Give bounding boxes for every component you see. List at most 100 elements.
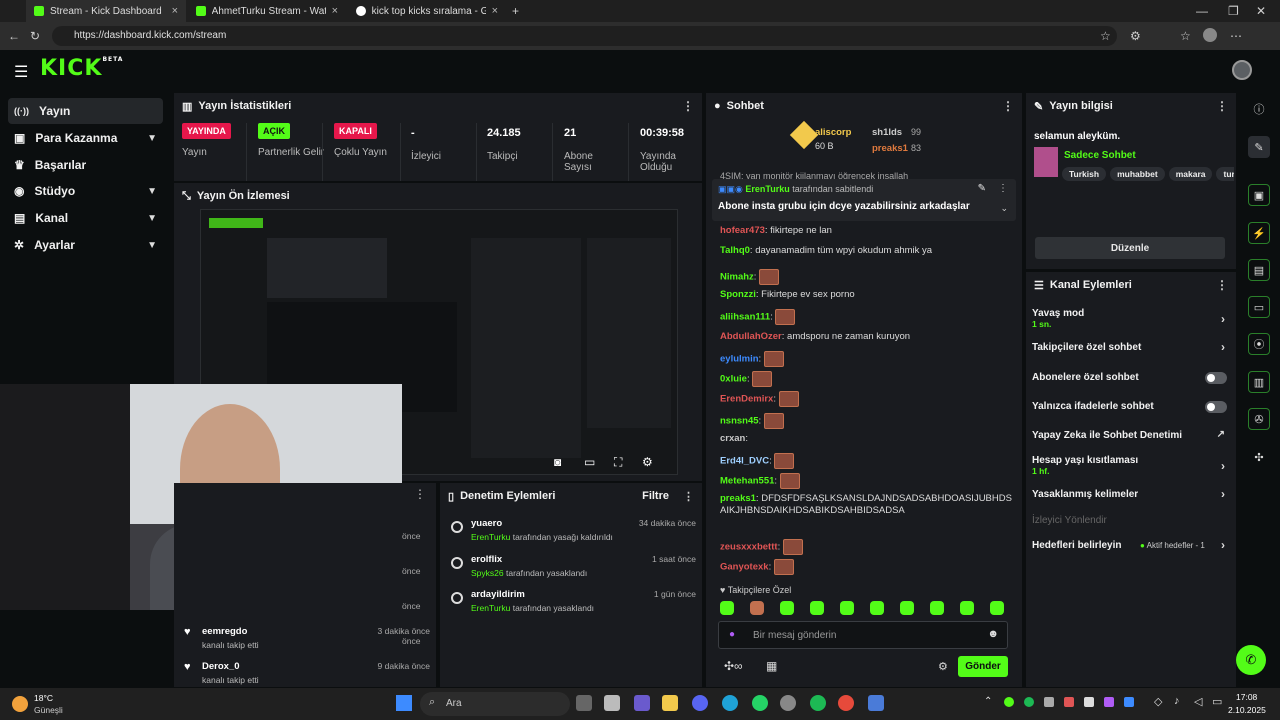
chat-emote[interactable] [774, 453, 795, 469]
chat-username[interactable]: ErenDemirx [720, 394, 773, 405]
chat-message[interactable]: crxan: [720, 433, 1015, 445]
close-window-icon[interactable]: ✕ [1256, 4, 1266, 18]
weather-temp[interactable]: 18°C [34, 693, 53, 703]
chat-message[interactable]: Ganyotexk: [720, 559, 1015, 575]
chat-message[interactable]: Nimahz: [720, 269, 1015, 285]
sidebar-item-para-kazanma[interactable]: ▣ Para Kazanma ▼ [8, 125, 163, 151]
chat-username[interactable]: Metehan551 [720, 476, 774, 487]
moderation-row[interactable]: erolflix Spyks26 tarafından yasaklandı 1… [451, 554, 696, 586]
sidebar-item-yayin[interactable]: ((·)) Yayın [8, 98, 163, 124]
favorite-star-icon[interactable]: ☆ [1100, 29, 1111, 43]
more-options-icon[interactable]: ⋮ [683, 490, 694, 503]
chat-username[interactable]: aliihsan111 [720, 312, 770, 323]
windows-start-icon[interactable] [396, 695, 412, 711]
more-options-icon[interactable]: ⋮ [1002, 99, 1014, 113]
copilot-icon[interactable] [634, 695, 650, 711]
tray-icon[interactable] [1004, 697, 1014, 707]
edit-button[interactable]: Düzenle [1035, 237, 1225, 259]
apps-icon[interactable]: ✣ [1248, 446, 1270, 468]
pinned-message[interactable]: ▣▣◉ ErenTurku tarafından sabitlendi ✎ ⋮ … [712, 179, 1016, 221]
chat-username[interactable]: 0xluie [720, 374, 747, 385]
url-input[interactable]: https://dashboard.kick.com/stream [52, 26, 1117, 46]
favorites-icon[interactable]: ☆ [1180, 29, 1191, 43]
reload-icon[interactable]: ↻ [30, 29, 40, 43]
emote[interactable] [960, 601, 974, 615]
chat-username[interactable]: nsnsn45 [720, 416, 759, 427]
close-tab-icon[interactable]: × [492, 5, 498, 17]
chat-message[interactable]: hofear473: fikirtepe ne lan [720, 225, 1015, 237]
chevron-up-icon[interactable]: ⌃ [984, 696, 992, 707]
network-icon[interactable]: ◇ [1154, 695, 1162, 708]
microphone-icon[interactable]: ● [729, 629, 735, 640]
action-subscribers-only[interactable]: Abonelere özel sohbet [1032, 372, 1227, 384]
top-gifter-name[interactable]: aliscorp [815, 127, 851, 138]
category-name[interactable]: Sadece Sohbet [1064, 150, 1136, 161]
app-icon[interactable] [780, 695, 796, 711]
more-options-icon[interactable]: ⋮ [414, 487, 426, 501]
more-options-icon[interactable]: ⋮ [1216, 99, 1228, 113]
new-tab-icon[interactable]: + [512, 4, 519, 18]
chat-emote[interactable] [763, 351, 784, 367]
clock-date[interactable]: 2.10.2025 [1228, 705, 1266, 715]
send-button[interactable]: Gönder [958, 656, 1008, 677]
moderation-row[interactable]: ardayildirim ErenTurku tarafından yasakl… [451, 589, 696, 621]
broadcast-icon[interactable]: ⦿ [1248, 333, 1270, 355]
lightning-icon[interactable]: ⚡ [1248, 222, 1270, 244]
subscribers-only-toggle[interactable] [1205, 372, 1227, 384]
tray-icon[interactable] [1124, 697, 1134, 707]
chat-message[interactable]: eylulmin: [720, 351, 1015, 367]
chrome-icon[interactable] [838, 695, 854, 711]
hamburger-menu-icon[interactable]: ☰ [14, 62, 28, 82]
chat-message[interactable]: nsnsn45: [720, 413, 1015, 429]
pip-icon[interactable]: ▭ [584, 455, 595, 469]
chat-emote[interactable] [752, 371, 773, 387]
points-icon[interactable]: ✣∞ [724, 659, 743, 673]
back-icon[interactable]: ← [8, 29, 20, 43]
tray-icon[interactable] [1024, 697, 1034, 707]
filter-button[interactable]: Filtre [642, 490, 669, 502]
emote[interactable] [990, 601, 1004, 615]
browser-menu-icon[interactable]: ⋯ [1230, 29, 1242, 43]
microphone-icon[interactable]: ♪ [1174, 695, 1180, 707]
chat-username[interactable]: Nimahz [720, 272, 754, 283]
moderation-row[interactable]: yuaero ErenTurku tarafından yasağı kaldı… [451, 518, 696, 550]
emote[interactable] [750, 601, 764, 615]
chevron-down-icon[interactable]: ⌄ [1000, 203, 1008, 214]
chat-username[interactable]: Talhq0 [720, 245, 750, 256]
action-account-age[interactable]: Hesap yaşı kısıtlaması 1 hf. › [1032, 455, 1227, 476]
store-icon[interactable]: ▦ [766, 659, 777, 673]
more-options-icon[interactable]: ⋮ [682, 99, 694, 113]
browser-tab-google[interactable]: kick top kicks sıralama - Google'd × [348, 0, 506, 22]
info-icon[interactable]: ⓘ [1248, 98, 1270, 120]
user-avatar[interactable] [1232, 60, 1252, 80]
taskbar-search[interactable]: ⌕ Ara [420, 692, 570, 716]
chat-message[interactable]: zeusxxxbettt: [720, 539, 1015, 555]
tray-icon[interactable] [1044, 697, 1054, 707]
store-app-icon[interactable] [604, 695, 620, 711]
chat-message[interactable]: AbdullahOzer: amdsporu ne zaman kuruyon [720, 331, 1015, 343]
chat-emote[interactable] [763, 413, 784, 429]
chat-emote[interactable] [775, 309, 796, 325]
emote[interactable] [720, 601, 734, 615]
task-view-icon[interactable] [576, 695, 592, 711]
emote[interactable] [840, 601, 854, 615]
support-chat-icon[interactable]: ✆ [1236, 645, 1266, 675]
emote-only-toggle[interactable] [1205, 401, 1227, 413]
tag-chip[interactable]: turk [1216, 167, 1234, 181]
close-tab-icon[interactable]: × [332, 5, 338, 17]
chat-message[interactable]: aliihsan111: [720, 309, 1015, 325]
chat-emote[interactable] [759, 269, 780, 285]
discord-icon[interactable] [692, 695, 708, 711]
tray-icon[interactable] [1104, 697, 1114, 707]
sidebar-item-basarilar[interactable]: ♛ Başarılar [8, 152, 163, 178]
top-gifter-name[interactable]: preaks1 [872, 143, 908, 154]
settings-icon[interactable]: ⚙ [642, 455, 653, 469]
app-icon[interactable] [868, 695, 884, 711]
chat-message[interactable]: 0xluie: [720, 371, 1015, 387]
more-options-icon[interactable]: ⋮ [998, 183, 1008, 194]
sidebar-item-kanal[interactable]: ▤ Kanal ▼ [8, 205, 163, 231]
chat-emote[interactable] [782, 539, 803, 555]
pin-icon[interactable]: ✎ [978, 183, 986, 194]
tag-chip[interactable]: muhabbet [1110, 167, 1165, 181]
tray-icon[interactable] [1064, 697, 1074, 707]
